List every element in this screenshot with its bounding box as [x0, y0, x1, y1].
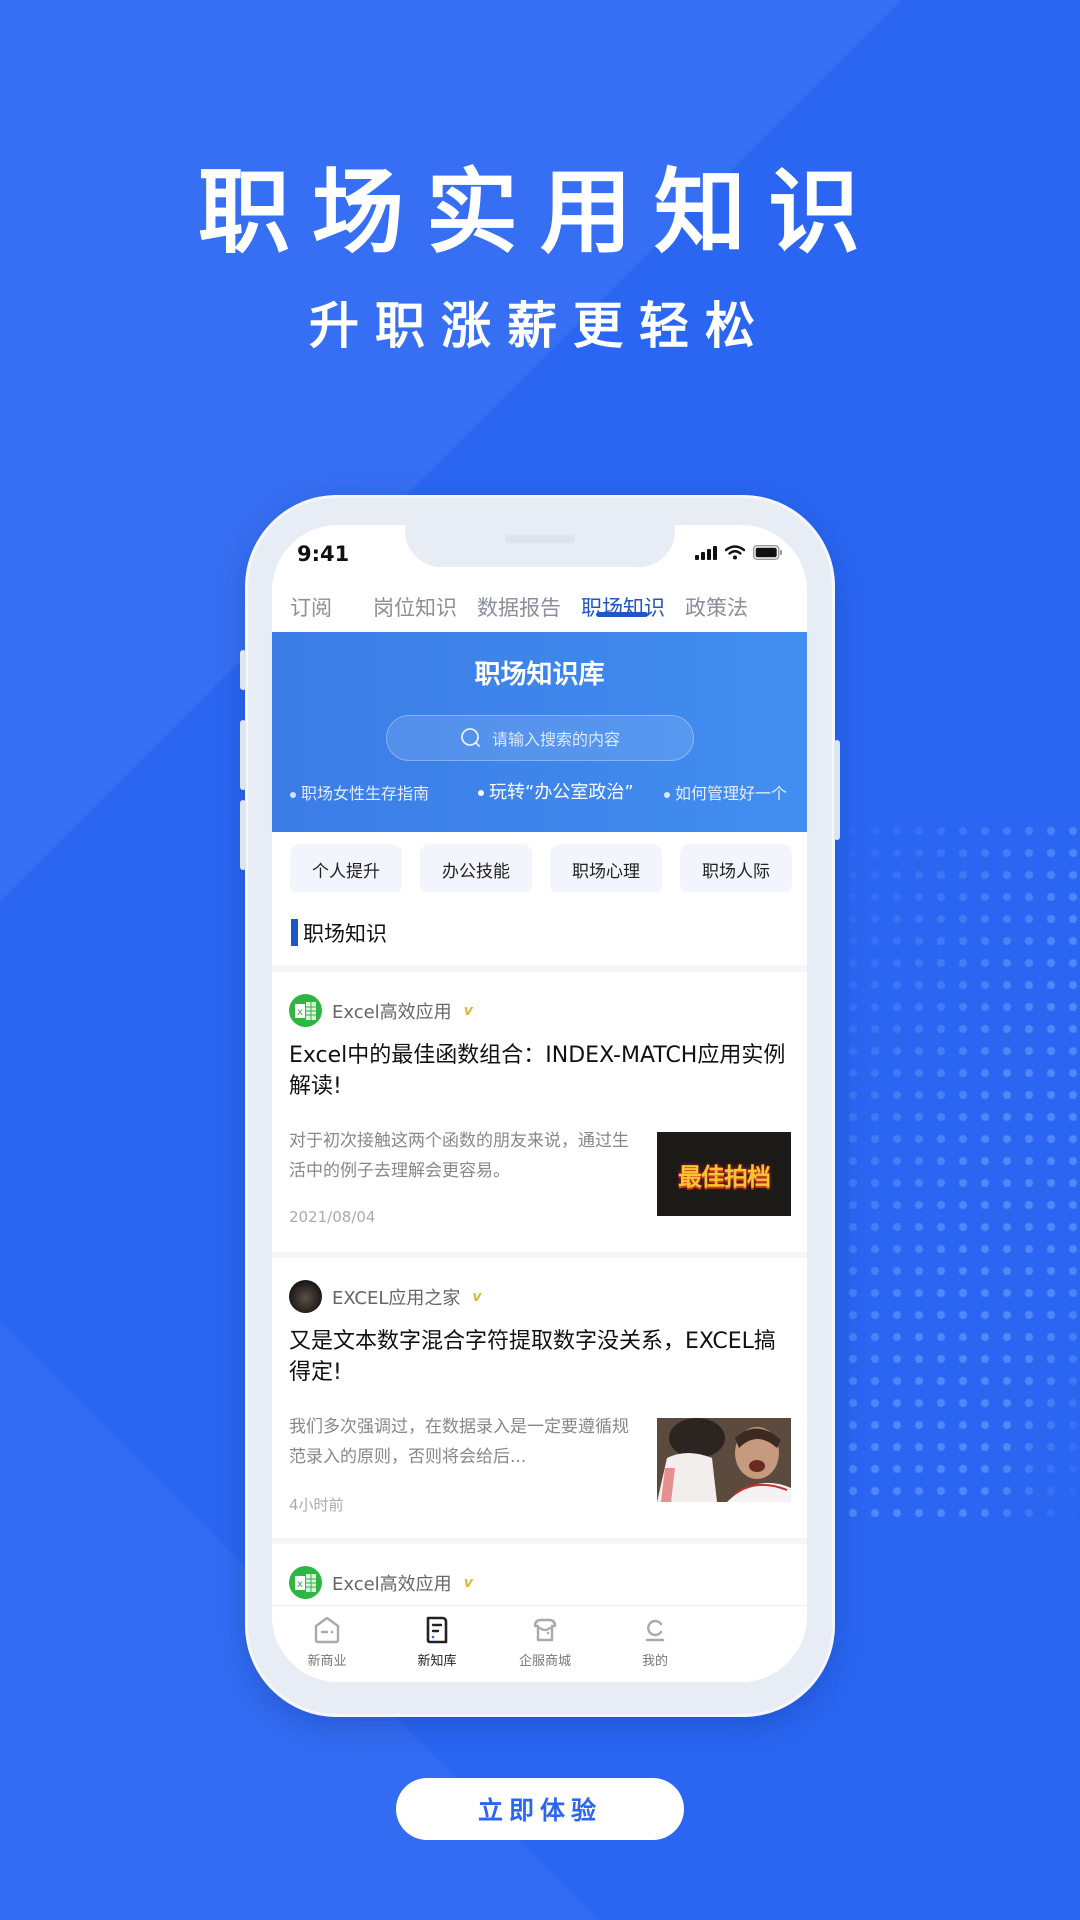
phone-side-button — [240, 720, 246, 790]
bullet-icon — [290, 791, 296, 798]
article-thumbnail[interactable]: 最佳拍档 — [657, 1132, 791, 1216]
author-name: Excel高效应用 — [332, 1001, 452, 1023]
article-summary: 我们多次强调过，在数据录入是一定要遵循规范录入的原则，否则将会给后... — [289, 1417, 629, 1467]
thumbnail-photo — [657, 1418, 791, 1502]
hot-topic[interactable]: 玩转“办公室政治” — [478, 778, 634, 804]
excel-icon: x — [289, 1566, 322, 1599]
nav-enterprise-store[interactable]: 企服商城 — [490, 1614, 600, 1669]
bullet-icon — [664, 791, 670, 798]
svg-text:x: x — [297, 1579, 303, 1590]
profile-icon — [645, 1619, 665, 1642]
phone-side-button — [834, 740, 840, 840]
hot-topic-label: 玩转“办公室政治” — [489, 782, 634, 803]
phone-side-button — [240, 800, 246, 870]
section-header: 职场知识 — [272, 892, 807, 965]
tab-workplace-knowledge[interactable]: 职场知识 — [581, 592, 665, 622]
chip-personal-growth[interactable]: 个人提升 — [290, 844, 402, 894]
promo-headline: 职场实用知识 — [197, 159, 882, 266]
svg-text:x: x — [297, 1007, 303, 1018]
hot-topic[interactable]: 如何管理好一个 — [664, 780, 787, 804]
knowledge-banner: 职场知识库 请输入搜索的内容 职场女性生存指南 玩转“办公室政治” 如何管理好一… — [272, 632, 807, 832]
phone-side-button — [240, 650, 246, 690]
nav-label: 我的 — [641, 1654, 668, 1669]
hot-topic[interactable]: 职场女性生存指南 — [290, 780, 429, 804]
article-author[interactable]: x Excel高效应用 v — [289, 1566, 473, 1599]
tab-subscribe[interactable]: 订阅 — [290, 592, 332, 622]
chip-workplace-psychology[interactable]: 职场心理 — [550, 844, 662, 894]
article-date: 4小时前 — [289, 1496, 344, 1514]
author-avatar — [289, 1280, 322, 1313]
nav-label: 新商业 — [307, 1654, 347, 1669]
chip-office-skills[interactable]: 办公技能 — [420, 844, 532, 894]
try-now-button[interactable]: 立即体验 — [396, 1778, 684, 1840]
banner-title: 职场知识库 — [474, 660, 605, 690]
author-name: Excel高效应用 — [332, 1573, 452, 1595]
article-title[interactable]: Excel中的最佳函数组合：INDEX-MATCH应用实例解读! — [289, 1040, 789, 1102]
article-card[interactable]: x Excel高效应用 v Excel中的最佳函数组合：INDEX-MATCH应… — [272, 972, 807, 1252]
verified-icon: v — [463, 1002, 473, 1019]
nav-profile[interactable]: 我的 — [600, 1614, 710, 1669]
halftone-pattern — [820, 820, 1080, 1520]
article-thumbnail[interactable] — [657, 1418, 791, 1502]
category-tabs: 订阅 岗位知识 数据报告 职场知识 政策法 — [272, 567, 807, 632]
tab-job-knowledge[interactable]: 岗位知识 — [373, 592, 457, 622]
phone-notch — [405, 525, 675, 567]
search-icon — [461, 728, 480, 747]
wifi-icon — [725, 545, 745, 560]
article-card[interactable]: x Excel高效应用 v — [272, 1544, 807, 1614]
tab-policy[interactable]: 政策法 — [685, 592, 748, 622]
hot-topic-label: 职场女性生存指南 — [301, 784, 430, 803]
article-date: 2021/08/04 — [289, 1208, 376, 1226]
tab-data-reports[interactable]: 数据报告 — [477, 592, 561, 622]
business-icon — [314, 1616, 340, 1644]
search-placeholder: 请输入搜索的内容 — [491, 730, 620, 749]
category-chips: 个人提升 办公技能 职场心理 职场人际 — [272, 832, 807, 894]
signal-icon — [695, 545, 717, 560]
phone-screen: 9:41 订阅 岗位知识 数据报告 职场知识 政策法 职场知识库 请输入搜索的内… — [272, 525, 807, 1682]
promo-subline: 升职涨薪更轻松 — [309, 297, 771, 355]
nav-label: 企服商城 — [518, 1654, 571, 1669]
hot-topic-label: 如何管理好一个 — [675, 784, 788, 803]
phone-speaker — [505, 535, 575, 543]
author-name: EXCEL应用之家 — [332, 1287, 461, 1309]
section-title: 职场知识 — [303, 922, 387, 946]
nav-new-business[interactable]: 新商业 — [272, 1614, 382, 1669]
article-author[interactable]: EXCEL应用之家 v — [289, 1280, 482, 1313]
status-time: 9:41 — [297, 542, 350, 566]
section-accent-bar — [291, 919, 298, 946]
verified-icon: v — [463, 1574, 473, 1591]
knowledge-icon — [426, 1616, 448, 1644]
store-icon — [533, 1618, 557, 1642]
verified-icon: v — [472, 1288, 482, 1305]
article-card[interactable]: EXCEL应用之家 v 又是文本数字混合字符提取数字没关系，EXCEL搞得定! … — [272, 1258, 807, 1538]
thumbnail-text: 最佳拍档 — [678, 1162, 771, 1191]
article-summary: 对于初次接触这两个函数的朋友来说，通过生活中的例子去理解会更容易。 — [289, 1131, 629, 1181]
excel-icon: x — [289, 994, 322, 1027]
article-author[interactable]: x Excel高效应用 v — [289, 994, 473, 1027]
bottom-navigation: 新商业 新知库 企服商城 我的 — [272, 1605, 807, 1682]
battery-icon — [753, 545, 782, 560]
active-tab-indicator — [596, 612, 648, 617]
bullet-icon — [478, 790, 484, 796]
nav-label: 新知库 — [417, 1654, 457, 1669]
chip-workplace-relations[interactable]: 职场人际 — [680, 844, 792, 894]
nav-knowledge[interactable]: 新知库 — [382, 1614, 492, 1669]
search-input[interactable]: 请输入搜索的内容 — [386, 715, 694, 761]
article-title[interactable]: 又是文本数字混合字符提取数字没关系，EXCEL搞得定! — [289, 1326, 789, 1388]
